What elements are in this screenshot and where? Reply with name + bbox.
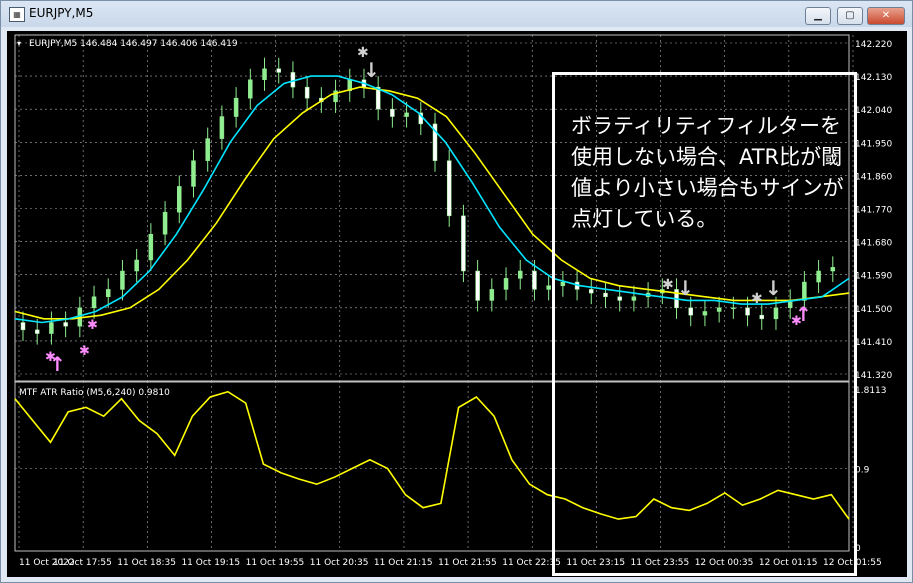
candle-body: [304, 86, 310, 99]
candle-body: [517, 270, 523, 279]
y-tick-label: 141.320: [855, 371, 892, 381]
y-tick-label: 142.220: [855, 40, 892, 50]
y-tick-label: 141.410: [855, 338, 892, 348]
x-tick-label: 11 Oct 19:55: [246, 558, 305, 568]
candle-body: [120, 270, 125, 290]
sub-y-tick-label: 1.8113: [855, 386, 887, 396]
x-tick-label: 11 Oct 20:35: [310, 558, 369, 568]
candle-body: [390, 108, 395, 117]
window-title: EURJPY,M5: [29, 6, 94, 20]
candle-body: [191, 160, 196, 187]
x-tick-label: 11 Oct 19:15: [181, 558, 240, 568]
candle-body: [20, 322, 26, 331]
candle-body: [503, 278, 509, 290]
candle-body: [404, 112, 409, 117]
sell-star-icon: ✱: [357, 45, 369, 61]
candle-body: [248, 79, 253, 99]
candle-body: [105, 289, 111, 298]
candle-body: [546, 285, 551, 290]
y-tick-label: 141.860: [855, 172, 892, 182]
sub-y-tick-label: 0.9: [855, 465, 870, 475]
candle-body: [233, 97, 239, 117]
candle-body: [489, 289, 495, 301]
chart-header: EURJPY,M5 146.484 146.497 146.406 146.41…: [29, 39, 238, 49]
candle-body: [262, 68, 267, 81]
candle-body: [91, 296, 97, 309]
maximize-button[interactable]: ▢: [837, 7, 863, 25]
y-tick-label: 142.040: [855, 106, 892, 116]
candle-body: [290, 72, 296, 88]
y-tick-label: 141.680: [855, 239, 892, 249]
candle-body: [134, 259, 139, 272]
candle-body: [177, 186, 182, 213]
buy-star-icon: ✱: [79, 344, 90, 359]
candle-body: [461, 215, 466, 272]
chart-window-icon: ▦: [9, 7, 25, 22]
chart-window: ▦ EURJPY,M5 ▁ ▢ ✕ 142.220 142.130 142.040 1…: [0, 0, 913, 583]
annotation-text: ボラティリティフィルターを使用しない場合、ATR比が閾値より小さい場合もサインが…: [571, 114, 844, 231]
x-tick-label: 11 Oct 17:55: [53, 558, 112, 568]
close-button[interactable]: ✕: [867, 7, 905, 25]
buy-star-icon: ✱: [45, 350, 56, 365]
candle-body: [63, 322, 68, 327]
candle-body: [205, 138, 210, 161]
x-tick-label: 11 Oct 21:55: [438, 558, 497, 568]
title-bar[interactable]: ▦ EURJPY,M5 ▁ ▢ ✕: [1, 1, 912, 27]
y-tick-label: 141.950: [855, 139, 892, 149]
sell-arrow-icon: ↓: [363, 58, 380, 82]
candle-body: [49, 322, 54, 334]
candle-body: [34, 329, 40, 334]
header-menu-icon: ▾: [17, 39, 21, 48]
chart-area[interactable]: 142.220 142.130 142.040 141.950 141.860 141.7…: [7, 31, 907, 577]
y-tick-label: 141.590: [855, 272, 892, 282]
candle-body: [148, 233, 154, 261]
candle-body: [162, 211, 168, 235]
candle-body: [475, 270, 480, 301]
indicator-header: MTF ATR Ratio (M5,6,240) 0.9810: [19, 388, 170, 398]
candle-body: [446, 160, 452, 217]
x-tick-label: 11 Oct 18:35: [117, 558, 176, 568]
y-tick-label: 142.130: [855, 73, 892, 83]
candle-body: [532, 270, 537, 290]
candle-body: [219, 116, 225, 139]
buy-star-icon: ✱: [87, 318, 98, 333]
y-tick-label: 141.770: [855, 206, 892, 216]
annotation-box: ボラティリティフィルターを使用しない場合、ATR比が閾値より小さい場合もサインが…: [552, 72, 857, 576]
y-tick-label: 141.500: [855, 305, 892, 315]
x-tick-label: 11 Oct 21:15: [374, 558, 433, 568]
candle-body: [276, 68, 281, 73]
minimize-button[interactable]: ▁: [805, 7, 831, 25]
